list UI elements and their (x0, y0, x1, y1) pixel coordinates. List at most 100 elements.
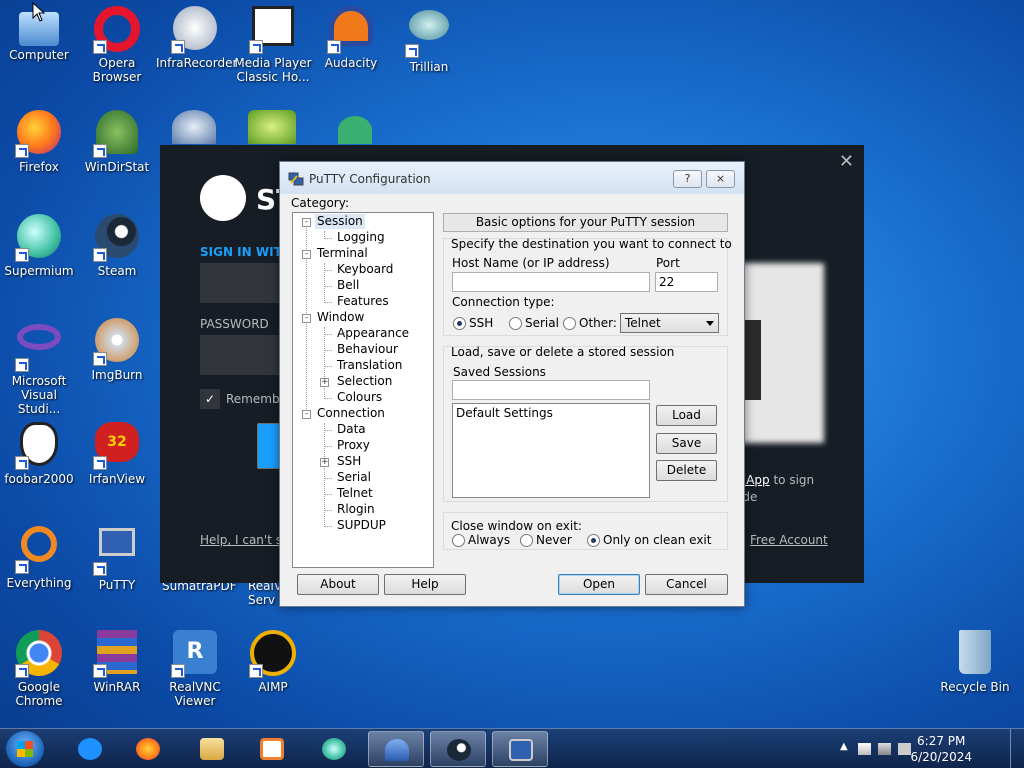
action-center-flag-icon[interactable] (858, 743, 871, 755)
taskbar-item-app-blue[interactable] (368, 731, 424, 767)
desktop-icon-putty[interactable]: PuTTY (78, 522, 156, 592)
tree-item-window[interactable]: Window (317, 310, 364, 325)
delete-button[interactable]: Delete (656, 460, 717, 481)
taskbar-item-firefox[interactable] (120, 731, 176, 767)
host-name-input[interactable] (452, 272, 650, 292)
tree-expander-selection[interactable]: + (320, 378, 329, 387)
tree-item-terminal[interactable]: Terminal (317, 246, 368, 261)
tree-item-selection[interactable]: Selection (337, 374, 392, 389)
radio-other-label: Other: (579, 316, 617, 330)
tree-item-ssh[interactable]: SSH (337, 454, 361, 469)
load-button[interactable]: Load (656, 405, 717, 426)
steam-help-link[interactable]: Help, I can't si (200, 533, 285, 547)
taskbar-item-putty[interactable] (492, 731, 548, 767)
desktop-icon-windirstat[interactable]: WinDirStat (78, 106, 156, 174)
clock[interactable]: 6:27 PM 6/20/2024 (910, 733, 972, 765)
desktop-icon-audacity[interactable]: Audacity (312, 2, 390, 70)
tree-item-appearance[interactable]: Appearance (337, 326, 409, 341)
tree-item-session[interactable]: Session (315, 214, 365, 229)
radio-only-clean-exit[interactable] (587, 534, 600, 547)
supermium-icon (15, 214, 63, 262)
tree-item-behaviour[interactable]: Behaviour (337, 342, 398, 357)
desktop-label-realvnc-server[interactable]: RealV Serv (248, 579, 282, 607)
tree-expander-connection[interactable]: - (302, 410, 311, 419)
desktop-icon-aimp[interactable]: AIMP (234, 626, 312, 694)
desktop-icon-winrar[interactable]: WinRAR (78, 626, 156, 694)
tray-expand-icon[interactable]: ▲ (840, 741, 848, 752)
steam-username-input[interactable] (200, 263, 280, 303)
saved-sessions-input[interactable] (452, 380, 650, 400)
tree-expander-ssh[interactable]: + (320, 458, 329, 467)
session-item-default[interactable]: Default Settings (456, 406, 553, 420)
tree-item-features[interactable]: Features (337, 294, 389, 309)
tree-item-colours[interactable]: Colours (337, 390, 382, 405)
taskbar-item-explorer[interactable] (184, 731, 240, 767)
radio-serial[interactable] (509, 317, 522, 330)
taskbar-item-steam[interactable] (430, 731, 486, 767)
steam-free-account-link[interactable]: Free Account (750, 533, 828, 547)
desktop-icon-trillian[interactable]: Trillian (390, 2, 468, 74)
putty-titlebar[interactable]: PuTTY Configuration ? ⨯ (280, 162, 744, 194)
putty-title: PuTTY Configuration (309, 172, 431, 186)
tree-expander-window[interactable]: - (302, 314, 311, 323)
open-button[interactable]: Open (558, 574, 640, 595)
steam-qr-caption: e App to sign ode (735, 472, 814, 506)
volume-muted-icon[interactable] (898, 743, 911, 755)
desktop-icon-irfanview[interactable]: 32 IrfanView (78, 418, 156, 486)
desktop-icon-imgburn[interactable]: ImgBurn (78, 314, 156, 382)
desktop-icon-infrarecorder[interactable]: InfraRecorder (156, 2, 237, 70)
desktop-icon-opera[interactable]: Opera Browser (78, 2, 156, 84)
host-name-label: Host Name (or IP address) (452, 256, 610, 270)
tree-item-connection[interactable]: Connection (317, 406, 385, 421)
steam-password-input[interactable] (200, 335, 280, 375)
close-button[interactable]: ⨯ (706, 170, 735, 188)
start-button[interactable] (6, 731, 44, 767)
desktop-icon-supermium[interactable]: Supermium (0, 210, 78, 278)
desktop-icon-steam[interactable]: Steam (78, 210, 156, 278)
steam-close-icon[interactable]: ✕ (839, 151, 854, 172)
network-icon[interactable] (878, 743, 891, 755)
category-tree[interactable]: - Session Logging - Terminal Keyboard Be… (292, 212, 434, 568)
tree-item-translation[interactable]: Translation (337, 358, 402, 373)
other-protocol-select[interactable]: Telnet (620, 313, 719, 333)
tree-expander-session[interactable]: - (302, 218, 311, 227)
tree-item-data[interactable]: Data (337, 422, 366, 437)
tree-item-keyboard[interactable]: Keyboard (337, 262, 393, 277)
tree-item-serial[interactable]: Serial (337, 470, 371, 485)
desktop-icon-realvnc[interactable]: R RealVNC Viewer (156, 626, 234, 708)
radio-other[interactable] (563, 317, 576, 330)
save-button[interactable]: Save (656, 433, 717, 454)
desktop-icon-everything[interactable]: Everything (0, 522, 78, 590)
desktop-icon-mpc[interactable]: Media Player Classic Ho... (234, 2, 312, 84)
tree-item-bell[interactable]: Bell (337, 278, 359, 293)
help-bottom-button[interactable]: Help (384, 574, 466, 595)
about-button[interactable]: About (297, 574, 379, 595)
tree-expander-terminal[interactable]: - (302, 250, 311, 259)
radio-never[interactable] (520, 534, 533, 547)
show-desktop-button[interactable] (1010, 729, 1024, 768)
taskbar-item-internet-explorer[interactable] (62, 731, 118, 767)
category-label: Category: (291, 196, 349, 210)
tree-item-rlogin[interactable]: Rlogin (337, 502, 375, 517)
desktop-icon-foobar2000[interactable]: foobar2000 (0, 418, 78, 486)
tree-item-supdup[interactable]: SUPDUP (337, 518, 386, 533)
taskbar-item-supermium[interactable] (306, 731, 362, 767)
radio-ssh[interactable] (453, 317, 466, 330)
desktop-icon-firefox[interactable]: Firefox (0, 106, 78, 174)
radio-always[interactable] (452, 534, 465, 547)
help-button[interactable]: ? (673, 170, 702, 188)
realvnc-icon: R (171, 630, 219, 678)
cancel-button[interactable]: Cancel (645, 574, 728, 595)
steam-sign-in-button[interactable] (257, 423, 281, 469)
sessions-list[interactable]: Default Settings (452, 403, 650, 498)
desktop-icon-chrome[interactable]: Google Chrome (0, 626, 78, 708)
desktop-icon-visual-studio[interactable]: Microsoft Visual Studi... (0, 314, 78, 416)
tree-item-proxy[interactable]: Proxy (337, 438, 370, 453)
taskbar-item-media-player[interactable] (244, 731, 300, 767)
port-input[interactable]: 22 (655, 272, 718, 292)
desktop-icon-recycle-bin[interactable]: Recycle Bin (936, 626, 1014, 694)
steam-icon (447, 739, 471, 761)
steam-remember-checkbox[interactable]: ✓ (200, 389, 220, 409)
tree-item-telnet[interactable]: Telnet (337, 486, 373, 501)
tree-item-logging[interactable]: Logging (337, 230, 385, 245)
